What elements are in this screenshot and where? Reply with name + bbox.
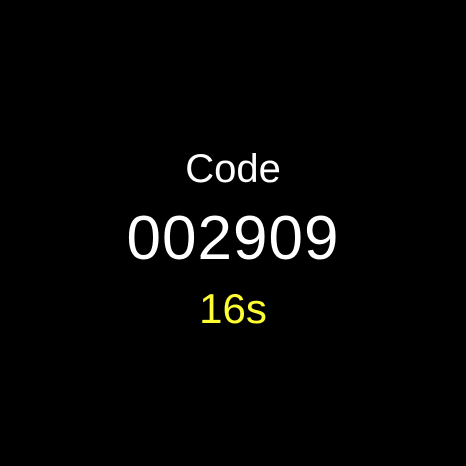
code-screen: Code 002909 16s	[0, 0, 466, 466]
countdown-timer: 16s	[199, 285, 267, 332]
code-label: Code	[185, 147, 281, 191]
otp-code: 002909	[126, 204, 340, 273]
